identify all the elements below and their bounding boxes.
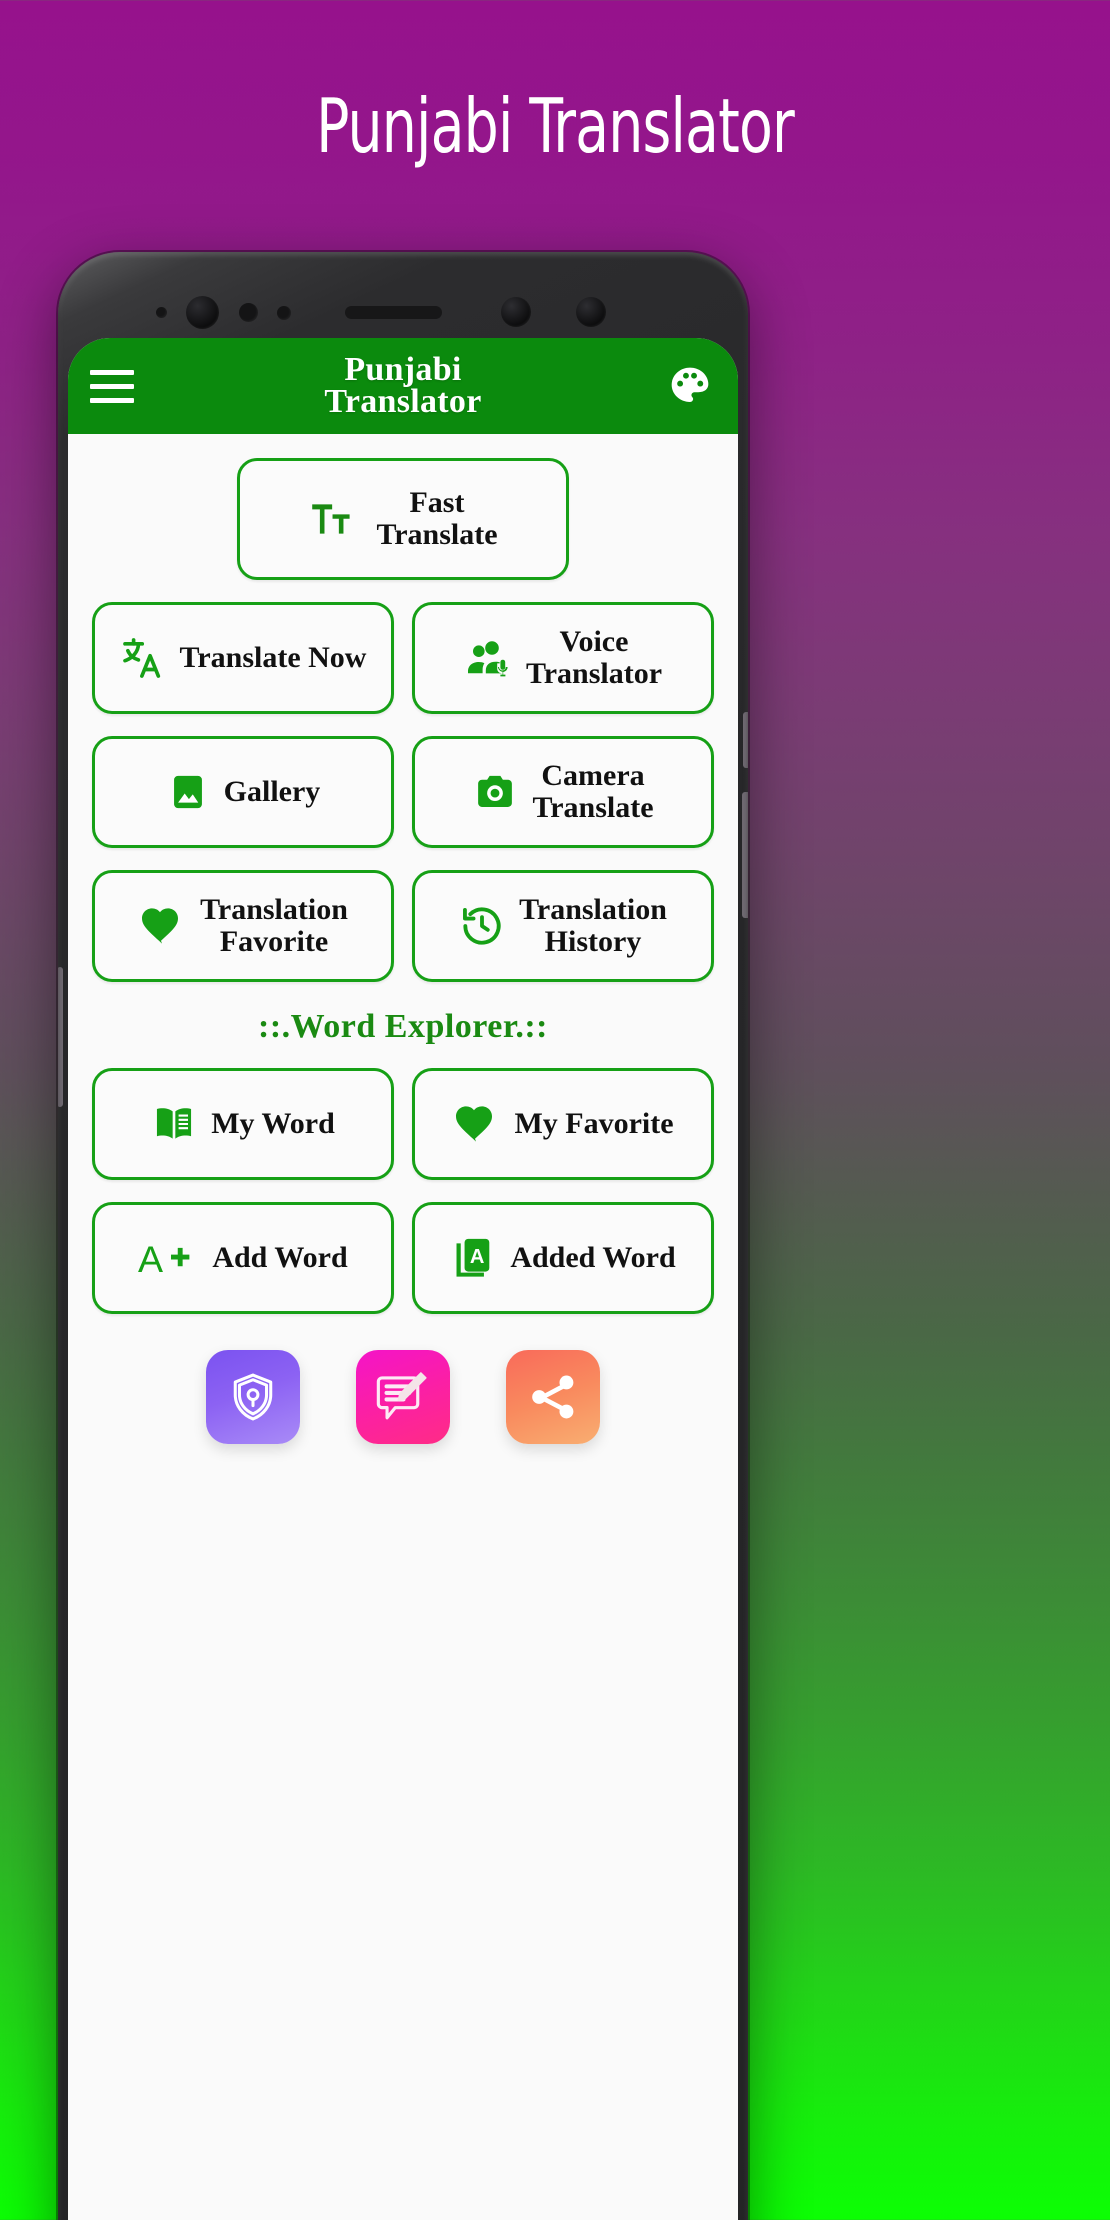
share-tile[interactable]	[506, 1350, 600, 1444]
my-favorite-button[interactable]: My Favorite	[412, 1068, 714, 1180]
shield-lock-icon	[225, 1369, 281, 1425]
sensor-dot-icon	[239, 303, 258, 322]
added-word-button[interactable]: A Added Word	[412, 1202, 714, 1314]
heart-icon	[138, 902, 186, 950]
heart-icon	[452, 1100, 500, 1148]
my-word-button[interactable]: My Word	[92, 1068, 394, 1180]
app-bar-title-line1: Punjabi	[344, 350, 462, 388]
voice-people-mic-icon	[464, 634, 512, 682]
privacy-policy-tile[interactable]	[206, 1350, 300, 1444]
volume-up-button[interactable]	[743, 712, 748, 768]
phone-sensor-row	[58, 293, 748, 333]
voice-translator-button[interactable]: Voice Translator	[412, 602, 714, 714]
phone-screen: Punjabi Translator Fast Translate Transl…	[68, 338, 738, 2220]
translate-now-button[interactable]: Translate Now	[92, 602, 394, 714]
add-word-label: Add Word	[212, 1240, 348, 1274]
added-word-label: Added Word	[510, 1240, 676, 1274]
translation-favorite-label: Translation Favorite	[200, 892, 348, 958]
fast-translate-button[interactable]: Fast Translate	[237, 458, 569, 580]
camera-translate-button[interactable]: Camera Translate	[412, 736, 714, 848]
chat-pencil-icon	[374, 1368, 432, 1426]
action-row-2: Gallery Camera Translate	[68, 736, 738, 848]
camera-icon	[472, 769, 518, 815]
voice-translator-label: Voice Translator	[525, 624, 663, 690]
hamburger-menu-icon[interactable]	[90, 369, 134, 403]
word-action-row-1: My Word My Favorite	[68, 1068, 738, 1180]
fast-translate-row: Fast Translate	[68, 434, 738, 580]
promo-title: Punjabi Translator	[316, 82, 795, 170]
bottom-tiles-row	[68, 1350, 738, 1444]
history-clock-icon	[459, 903, 505, 949]
translation-favorite-button[interactable]: Translation Favorite	[92, 870, 394, 982]
sensor-dot-icon	[501, 297, 531, 327]
format-size-icon	[308, 496, 354, 542]
sensor-dot-icon	[277, 306, 291, 320]
volume-down-button[interactable]	[742, 792, 748, 918]
translate-icon	[120, 635, 166, 681]
power-button[interactable]	[58, 967, 63, 1107]
front-camera-icon	[186, 296, 219, 329]
fast-translate-label: Fast Translate	[376, 485, 498, 551]
sensor-dot-icon	[156, 307, 167, 318]
feedback-tile[interactable]	[356, 1350, 450, 1444]
svg-text:A: A	[138, 1238, 163, 1280]
word-action-row-2: A Add Word A Added Word	[68, 1202, 738, 1314]
share-nodes-icon	[527, 1371, 579, 1423]
translation-history-label: Translation History	[519, 892, 667, 958]
sensor-dot-icon	[576, 297, 606, 327]
app-bar: Punjabi Translator	[68, 338, 738, 434]
phone-mockup: Punjabi Translator Fast Translate Transl…	[58, 252, 748, 2220]
gallery-button[interactable]: Gallery	[92, 736, 394, 848]
translation-history-button[interactable]: Translation History	[412, 870, 714, 982]
palette-icon[interactable]	[664, 360, 716, 412]
add-word-button[interactable]: A Add Word	[92, 1202, 394, 1314]
word-explorer-section-title: ::.Word Explorer.::	[258, 1008, 548, 1045]
my-favorite-label: My Favorite	[514, 1106, 674, 1140]
app-content: Fast Translate Translate Now Voice Trans…	[68, 434, 738, 2220]
app-bar-title: Punjabi Translator	[68, 350, 738, 420]
open-book-icon	[151, 1101, 197, 1147]
svg-text:A: A	[470, 1246, 485, 1268]
translate-now-label: Translate Now	[179, 640, 367, 674]
action-row-1: Translate Now Voice Translator	[68, 602, 738, 714]
my-word-label: My Word	[211, 1106, 335, 1140]
library-books-a-icon: A	[450, 1235, 496, 1281]
gallery-label: Gallery	[223, 774, 321, 808]
camera-translate-label: Camera Translate	[532, 758, 654, 824]
action-row-3: Translation Favorite Translation History	[68, 870, 738, 982]
image-gallery-icon	[166, 770, 210, 814]
app-bar-title-line2: Translator	[324, 383, 482, 420]
a-plus-icon: A	[138, 1235, 198, 1281]
earpiece-speaker	[345, 306, 442, 319]
